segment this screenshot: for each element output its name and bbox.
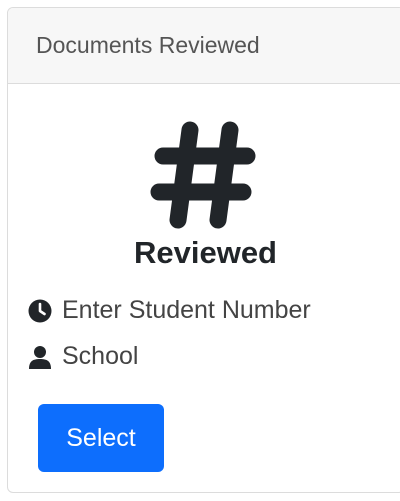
student-number-label: Enter Student Number [62, 296, 311, 324]
documents-reviewed-card: Documents Reviewed Reviewed Enter Studen… [7, 7, 400, 493]
clock-icon [28, 299, 52, 322]
card-header: Documents Reviewed [8, 8, 400, 84]
card-title: Reviewed [133, 235, 277, 270]
school-row: School [28, 342, 138, 371]
hash-icon [150, 121, 256, 229]
user-icon [29, 345, 51, 369]
school-label: School [62, 342, 139, 370]
card-body: Reviewed Enter Student Number School Sel… [8, 84, 400, 492]
select-button[interactable]: Select [38, 404, 164, 472]
card-header-title: Documents Reviewed [36, 32, 260, 58]
student-number-row: Enter Student Number [28, 296, 311, 325]
